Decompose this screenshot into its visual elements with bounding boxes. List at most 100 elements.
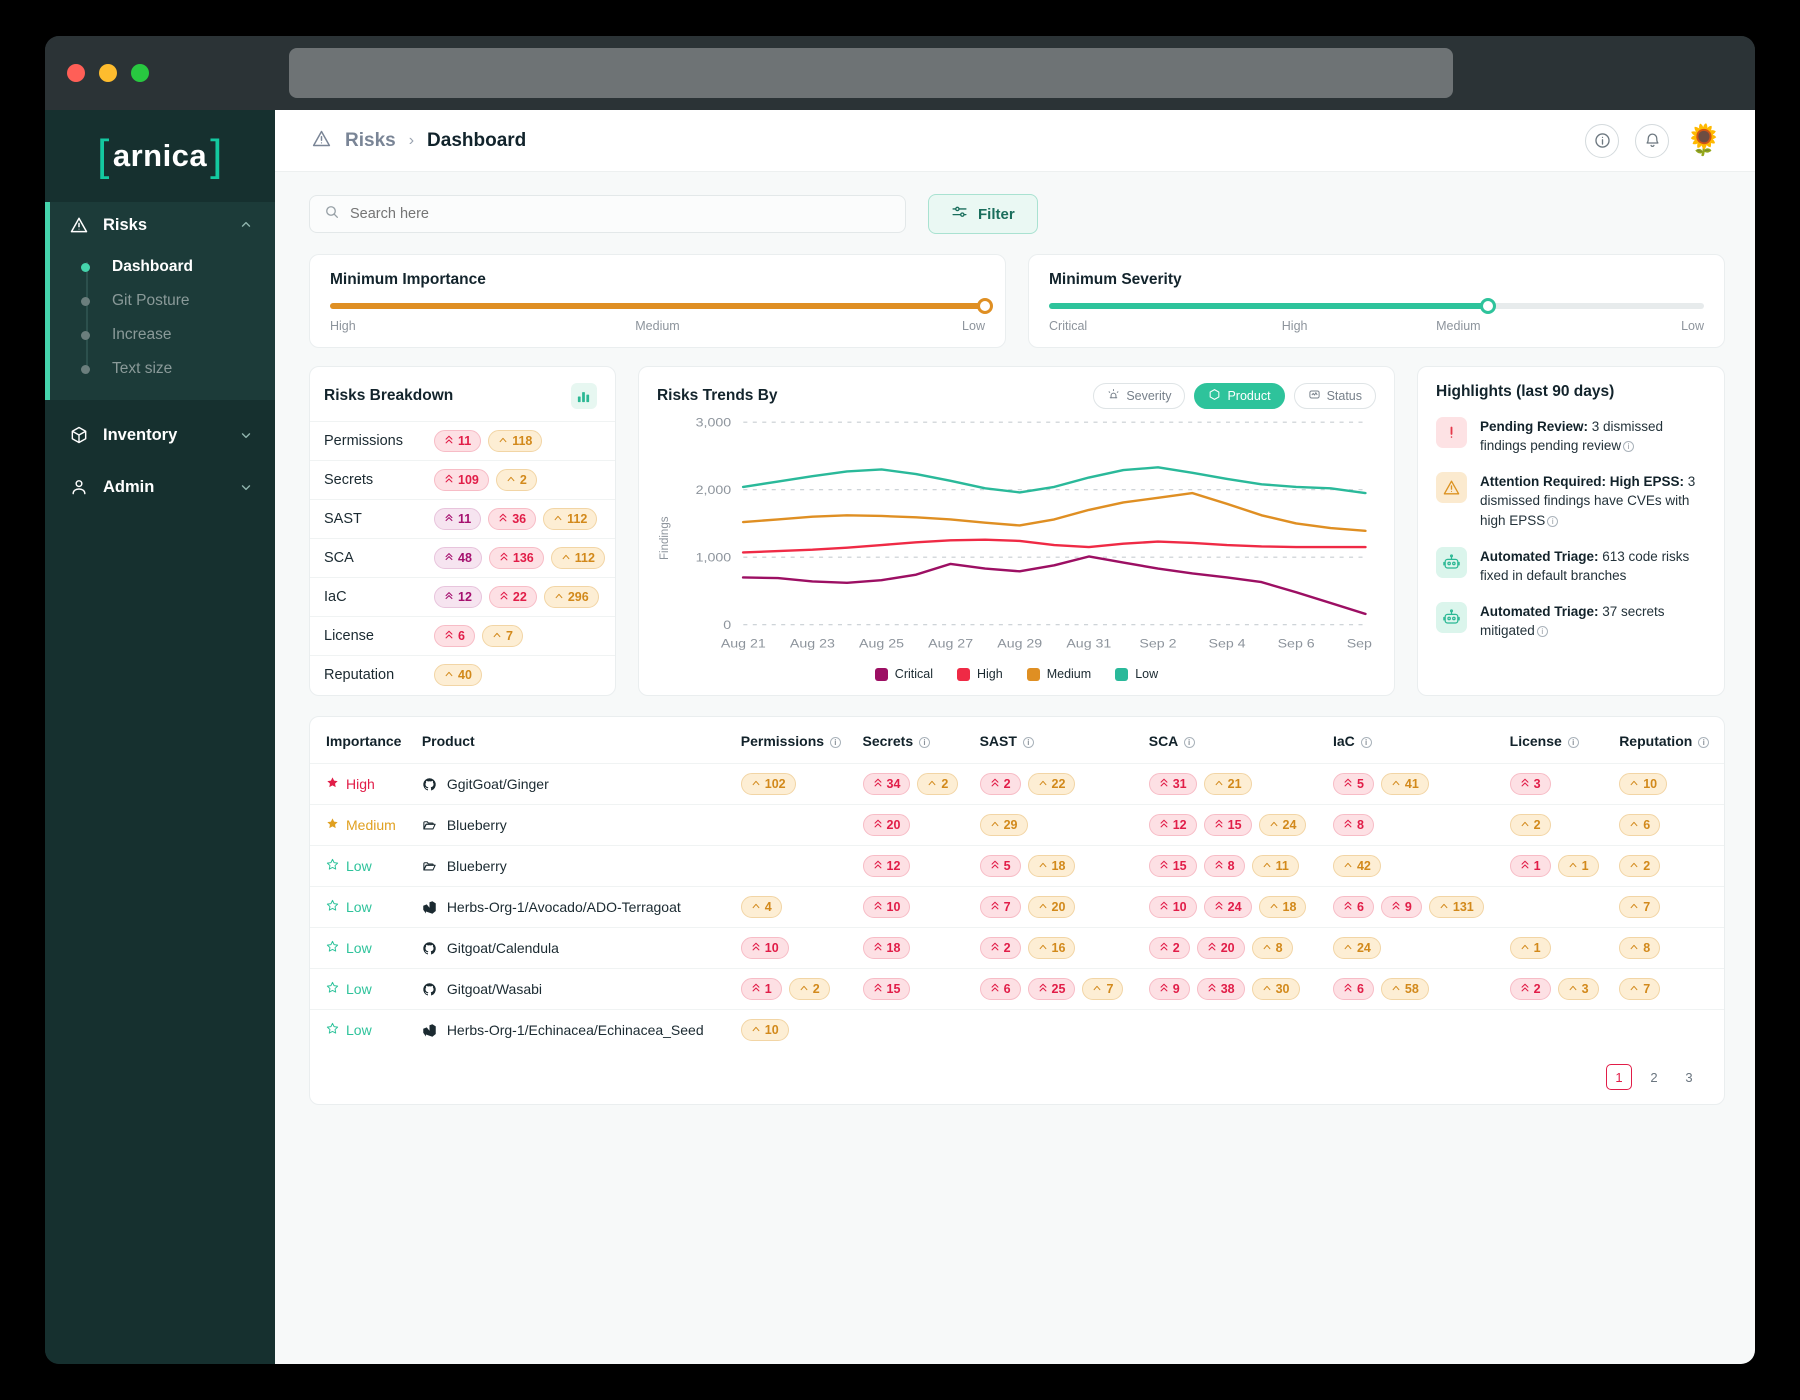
table-header-cell[interactable]: Reputation i	[1613, 717, 1724, 764]
address-bar[interactable]	[289, 48, 1453, 98]
info-icon[interactable]: i	[1623, 441, 1635, 453]
severity-badge[interactable]: 20	[1027, 896, 1076, 918]
severity-badge[interactable]: 12	[434, 586, 482, 608]
table-header-cell[interactable]: Secrets i	[857, 717, 974, 764]
search-input[interactable]	[350, 206, 891, 222]
severity-badge[interactable]: 109	[434, 469, 489, 491]
table-header-cell[interactable]: Importance	[310, 717, 416, 764]
severity-badge[interactable]: 10	[740, 937, 789, 959]
severity-badge[interactable]: 15	[862, 978, 911, 1000]
pagination-page[interactable]: 1	[1606, 1064, 1632, 1090]
sidebar-item-git-posture[interactable]: Git Posture	[45, 284, 275, 318]
minimum-importance-slider[interactable]	[330, 298, 993, 314]
risks-breakdown-row[interactable]: IaC 12 22 296	[310, 577, 615, 616]
severity-badge[interactable]: 15	[1203, 814, 1252, 836]
table-row[interactable]: Low Gitgoat/Calendula 10 18 2 16 2 20 8 24 1 8	[310, 927, 1724, 969]
severity-badge[interactable]: 24	[1258, 814, 1307, 836]
chart-legend-item[interactable]: Low	[1115, 667, 1158, 681]
sidebar-item-increase[interactable]: Increase	[45, 318, 275, 352]
minimum-importance-knob[interactable]	[977, 298, 993, 314]
info-icon[interactable]: i	[1183, 737, 1195, 748]
trends-toggle-status[interactable]: Status	[1293, 383, 1376, 409]
risks-breakdown-row[interactable]: SCA 48 136 112	[310, 538, 615, 577]
severity-badge[interactable]: 6	[979, 978, 1021, 1000]
severity-badge[interactable]: 112	[550, 547, 605, 569]
severity-badge[interactable]: 2	[917, 773, 959, 795]
severity-badge[interactable]: 22	[1027, 773, 1076, 795]
severity-badge[interactable]: 16	[1027, 937, 1076, 959]
risks-breakdown-row[interactable]: Secrets 109 2	[310, 460, 615, 499]
severity-badge[interactable]: 10	[1148, 896, 1197, 918]
minimize-window-button[interactable]	[99, 64, 117, 82]
severity-badge[interactable]: 3	[1557, 978, 1599, 1000]
table-row[interactable]: Low Gitgoat/Wasabi 1 2 15 6 25 7 9 38 30 6 58 2 3 7	[310, 968, 1724, 1010]
info-icon[interactable]: i	[1360, 737, 1372, 748]
highlight-item[interactable]: Automated Triage: 613 code risks fixed i…	[1436, 546, 1706, 585]
severity-badge[interactable]: 31	[1148, 773, 1197, 795]
severity-badge[interactable]: 102	[740, 773, 796, 795]
risks-breakdown-row[interactable]: License 6 7	[310, 616, 615, 655]
chart-legend-item[interactable]: High	[957, 667, 1003, 681]
trends-toggle-product[interactable]: Product	[1194, 383, 1285, 409]
severity-badge[interactable]: 7	[1619, 896, 1661, 918]
severity-badge[interactable]: 2	[1148, 937, 1190, 959]
severity-badge[interactable]: 18	[1027, 855, 1076, 877]
severity-badge[interactable]: 9	[1148, 978, 1190, 1000]
severity-badge[interactable]: 7	[481, 625, 523, 647]
severity-badge[interactable]: 10	[862, 896, 911, 918]
chevron-up-icon[interactable]	[239, 218, 253, 232]
severity-badge[interactable]: 11	[1251, 855, 1299, 877]
severity-badge[interactable]: 11	[434, 508, 482, 530]
severity-badge[interactable]: 20	[862, 814, 911, 836]
avatar[interactable]: 🌻	[1685, 122, 1723, 160]
severity-badge[interactable]: 2	[495, 469, 537, 491]
severity-badge[interactable]: 6	[1619, 814, 1661, 836]
bar-chart-icon[interactable]	[570, 383, 597, 409]
maximize-window-button[interactable]	[131, 64, 149, 82]
severity-badge[interactable]: 10	[1619, 773, 1668, 795]
trends-toggle-severity[interactable]: Severity	[1093, 383, 1186, 409]
severity-badge[interactable]: 36	[488, 508, 537, 530]
severity-badge[interactable]: 11	[434, 430, 482, 452]
sidebar-item-inventory[interactable]: Inventory	[45, 412, 275, 458]
chevron-down-icon[interactable]	[239, 428, 253, 442]
severity-badge[interactable]: 18	[1258, 896, 1307, 918]
sidebar-item-admin[interactable]: Admin	[45, 464, 275, 510]
severity-badge[interactable]: 10	[740, 1019, 789, 1041]
severity-badge[interactable]: 6	[434, 625, 475, 647]
severity-badge[interactable]: 12	[1148, 814, 1197, 836]
severity-badge[interactable]: 30	[1251, 978, 1300, 1000]
table-header-cell[interactable]: License i	[1504, 717, 1614, 764]
severity-badge[interactable]: 7	[979, 896, 1021, 918]
severity-badge[interactable]: 131	[1428, 896, 1484, 918]
table-header-cell[interactable]: SCA i	[1143, 717, 1327, 764]
breadcrumb-parent-link[interactable]: Risks	[345, 130, 396, 152]
pagination-page[interactable]: 2	[1641, 1064, 1667, 1090]
bell-icon[interactable]	[1635, 123, 1669, 158]
severity-badge[interactable]: 1	[1557, 855, 1599, 877]
filter-button[interactable]: Filter	[928, 194, 1038, 234]
highlight-item[interactable]: Pending Review: 3 dismissed findings pen…	[1436, 417, 1706, 455]
severity-badge[interactable]: 4	[740, 896, 782, 918]
severity-badge[interactable]: 2	[1509, 814, 1551, 836]
info-icon[interactable]: i	[1698, 737, 1710, 748]
severity-badge[interactable]: 136	[488, 547, 544, 569]
severity-badge[interactable]: 118	[488, 430, 543, 452]
info-icon[interactable]: i	[1567, 737, 1579, 748]
severity-badge[interactable]: 20	[1196, 937, 1245, 959]
sidebar-item-dashboard[interactable]: Dashboard	[45, 250, 275, 284]
severity-badge[interactable]: 38	[1196, 978, 1245, 1000]
severity-badge[interactable]: 8	[1203, 855, 1245, 877]
table-header-cell[interactable]: Product	[416, 717, 735, 764]
sidebar-item-risks[interactable]: Risks	[45, 202, 275, 248]
severity-badge[interactable]: 1	[1509, 937, 1551, 959]
severity-badge[interactable]: 29	[979, 814, 1028, 836]
table-header-cell[interactable]: Permissions i	[735, 717, 857, 764]
severity-badge[interactable]: 2	[1509, 978, 1551, 1000]
severity-badge[interactable]: 34	[862, 773, 911, 795]
severity-badge[interactable]: 6	[1332, 978, 1374, 1000]
table-header-cell[interactable]: SAST i	[974, 717, 1143, 764]
severity-badge[interactable]: 2	[788, 978, 830, 1000]
severity-badge[interactable]: 58	[1380, 978, 1429, 1000]
severity-badge[interactable]: 25	[1027, 978, 1076, 1000]
